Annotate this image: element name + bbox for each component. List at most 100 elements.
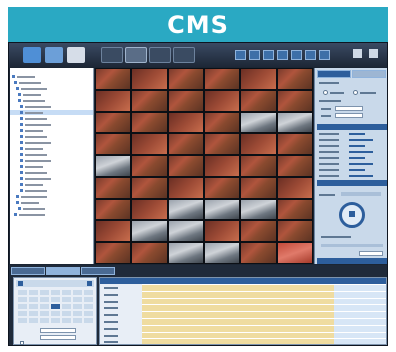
video-tile[interactable] <box>240 220 277 243</box>
video-tile[interactable] <box>204 220 241 243</box>
video-tile[interactable] <box>131 68 168 90</box>
calendar-day[interactable] <box>73 311 82 316</box>
schedule-record-block[interactable] <box>142 298 334 305</box>
schedule-free-block[interactable] <box>333 325 386 332</box>
tree-item[interactable] <box>10 128 93 133</box>
next-month-icon[interactable] <box>87 281 92 286</box>
video-tile[interactable] <box>131 89 168 112</box>
schedule-record-block[interactable] <box>142 291 334 298</box>
video-tile[interactable] <box>240 133 277 156</box>
tree-item[interactable] <box>10 122 93 127</box>
video-tile[interactable] <box>204 198 241 221</box>
checkbox-option[interactable] <box>20 341 24 345</box>
layout-36-icon[interactable] <box>305 50 316 60</box>
video-tile[interactable] <box>276 220 313 243</box>
video-tile[interactable] <box>95 176 132 199</box>
video-tile[interactable] <box>240 155 277 177</box>
schedule-free-block[interactable] <box>333 319 386 325</box>
video-tile[interactable] <box>276 89 313 112</box>
calendar-day[interactable] <box>29 304 38 309</box>
calendar-day[interactable] <box>40 290 49 295</box>
tree-item[interactable] <box>10 188 93 193</box>
video-tile[interactable] <box>276 133 313 156</box>
calendar-day[interactable] <box>40 304 49 309</box>
video-tile[interactable] <box>131 111 168 134</box>
video-tile[interactable] <box>131 155 168 177</box>
tree-item[interactable] <box>10 206 93 211</box>
device-tree[interactable] <box>10 68 94 264</box>
ptz-center-icon[interactable] <box>349 211 355 217</box>
video-tile[interactable] <box>131 176 168 199</box>
video-tile[interactable] <box>167 89 204 112</box>
schedule-free-block[interactable] <box>333 332 386 339</box>
calendar-day[interactable] <box>29 297 38 302</box>
calendar-day[interactable] <box>84 318 93 323</box>
tab-schedule[interactable] <box>46 267 80 275</box>
schedule-record-block[interactable] <box>142 312 334 318</box>
video-tile[interactable] <box>131 198 168 221</box>
tree-item[interactable] <box>10 140 93 145</box>
tree-item[interactable] <box>10 86 93 91</box>
video-tile[interactable] <box>276 198 313 221</box>
video-tile[interactable] <box>131 220 168 243</box>
calendar-day[interactable] <box>18 304 27 309</box>
duration-field[interactable] <box>40 335 76 340</box>
schedule-record-block[interactable] <box>142 305 334 312</box>
tree-item[interactable] <box>10 194 93 199</box>
radio-option-2[interactable] <box>353 90 358 95</box>
video-tile[interactable] <box>240 68 277 90</box>
calendar-day[interactable] <box>62 318 71 323</box>
calendar-day[interactable] <box>62 290 71 295</box>
zoom-slider[interactable] <box>321 244 383 247</box>
to-date-field[interactable] <box>335 113 363 118</box>
video-tile[interactable] <box>167 68 204 90</box>
tree-item[interactable] <box>10 104 93 109</box>
video-tile[interactable] <box>95 220 132 243</box>
video-tile[interactable] <box>204 89 241 112</box>
playback-icon[interactable] <box>67 47 85 63</box>
schedule-free-block[interactable] <box>333 291 386 298</box>
calendar-day[interactable] <box>40 311 49 316</box>
tree-item[interactable] <box>10 212 93 217</box>
schedule-free-block[interactable] <box>333 312 386 318</box>
video-tile[interactable] <box>167 155 204 177</box>
video-tile[interactable] <box>95 68 132 90</box>
video-tile[interactable] <box>167 111 204 134</box>
video-tile[interactable] <box>276 155 313 177</box>
calendar-day[interactable] <box>73 318 82 323</box>
video-tile[interactable] <box>95 198 132 221</box>
schedule-free-block[interactable] <box>333 298 386 305</box>
video-tile[interactable] <box>95 155 132 177</box>
calendar-day[interactable] <box>18 290 27 295</box>
log-icon[interactable] <box>173 47 195 63</box>
calendar-day[interactable] <box>29 290 38 295</box>
video-tile[interactable] <box>204 133 241 156</box>
calendar-day[interactable] <box>18 318 27 323</box>
video-tile[interactable] <box>276 176 313 199</box>
tree-item[interactable] <box>10 152 93 157</box>
calendar-day[interactable] <box>84 304 93 309</box>
prev-month-icon[interactable] <box>18 281 23 286</box>
video-tile[interactable] <box>167 242 204 264</box>
video-tile[interactable] <box>240 111 277 134</box>
video-tile[interactable] <box>240 242 277 264</box>
calendar-day[interactable] <box>51 297 60 302</box>
calendar-day[interactable] <box>40 297 49 302</box>
tab-event[interactable] <box>81 267 115 275</box>
calendar-day[interactable] <box>84 297 93 302</box>
video-tile[interactable] <box>276 242 313 264</box>
video-tile[interactable] <box>167 176 204 199</box>
calendar-day[interactable] <box>51 318 60 323</box>
schedule-record-block[interactable] <box>142 285 334 291</box>
schedule-free-block[interactable] <box>333 285 386 291</box>
calendar-day[interactable] <box>51 311 60 316</box>
video-tile[interactable] <box>240 198 277 221</box>
tree-item[interactable] <box>10 116 93 121</box>
tree-item[interactable] <box>10 164 93 169</box>
time-field[interactable] <box>40 328 76 333</box>
record-icon[interactable] <box>45 47 63 63</box>
video-tile[interactable] <box>95 89 132 112</box>
calendar-day[interactable] <box>62 311 71 316</box>
preset-select[interactable] <box>359 251 383 256</box>
tree-item[interactable] <box>10 74 93 79</box>
